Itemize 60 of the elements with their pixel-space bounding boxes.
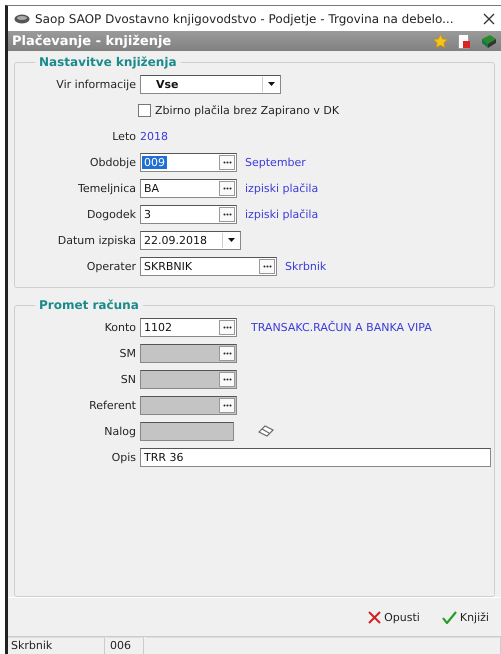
lookup-description: Skrbnik: [285, 260, 326, 272]
checkbox-label: Zbirno plačila brez Zapirano v DK: [155, 104, 340, 116]
ellipsis-button[interactable]: [219, 320, 235, 334]
field-label: Datum izpiska: [56, 234, 136, 246]
source-select[interactable]: Vse: [140, 74, 281, 94]
ellipsis-button[interactable]: [259, 258, 275, 274]
document-icon[interactable]: [458, 34, 471, 48]
post-button[interactable]: Knjiži: [440, 608, 491, 626]
year-value: 2018: [140, 130, 168, 142]
eraser-icon[interactable]: [258, 425, 274, 437]
field-label: SM: [118, 346, 136, 360]
caret-icon: [228, 238, 234, 242]
lookup-description: September: [245, 156, 306, 168]
field-label: Vir informacije: [55, 78, 136, 90]
lookup-field[interactable]: BA: [140, 178, 237, 198]
dots-icon: [222, 212, 232, 216]
field-label: Leto: [111, 130, 136, 142]
book-icon[interactable]: [481, 34, 497, 48]
dots-icon: [222, 160, 232, 164]
dots-icon: [222, 352, 232, 354]
dots-icon: [222, 378, 232, 380]
dots-icon: [222, 186, 232, 190]
lookup-field[interactable]: 1102: [140, 318, 237, 336]
lookup-description: izpiski plačila: [245, 208, 318, 220]
date-field[interactable]: 22.09.2018: [140, 230, 241, 250]
lookup-field[interactable]: 3: [140, 204, 237, 224]
checkbox[interactable]: [138, 104, 151, 116]
field-label: Obdobje: [88, 156, 136, 168]
star-icon[interactable]: [433, 34, 448, 48]
field-label: SN: [120, 372, 136, 386]
field-label: Operater: [86, 260, 136, 272]
field-label: Referent: [88, 398, 136, 412]
ellipsis-button[interactable]: [219, 154, 235, 170]
lookup-description: TRANSAKC.RAČUN A BANKA VIPA: [251, 320, 432, 334]
lookup-field[interactable]: 009: [140, 152, 237, 172]
caret-icon: [268, 82, 274, 86]
dots-icon: [222, 326, 232, 328]
cancel-button[interactable]: Opusti: [366, 608, 422, 626]
field-label: Konto: [104, 320, 136, 334]
group-title: Promet računa: [38, 298, 140, 312]
ellipsis-button[interactable]: [219, 206, 235, 222]
close-icon: [368, 610, 382, 624]
status-cell: 006: [107, 637, 144, 654]
lookup-field[interactable]: SKRBNIK: [140, 256, 277, 276]
lookup-description: izpiski plačila: [245, 182, 318, 194]
field-label: Nalog: [103, 424, 136, 438]
input-field[interactable]: TRR 36: [140, 448, 491, 466]
close-icon[interactable]: [483, 12, 495, 24]
group-title: Nastavitve knjiženja: [38, 55, 178, 69]
status-cell: Skrbnik: [8, 637, 105, 654]
dots-icon: [262, 264, 272, 268]
app-icon: [14, 14, 30, 24]
field-label: Opis: [110, 450, 136, 464]
dots-icon: [222, 404, 232, 406]
field-label: Temeljnica: [76, 182, 136, 194]
window-title: Saop SAOP Dvostavno knjigovodstvo - Podjetje - Trgovina na debelo...: [35, 12, 455, 26]
check-icon: [442, 610, 457, 624]
form-title: Plačevanje - knjiženje: [12, 34, 172, 48]
field-label: Dogodek: [86, 208, 136, 220]
ellipsis-button[interactable]: [219, 180, 235, 196]
